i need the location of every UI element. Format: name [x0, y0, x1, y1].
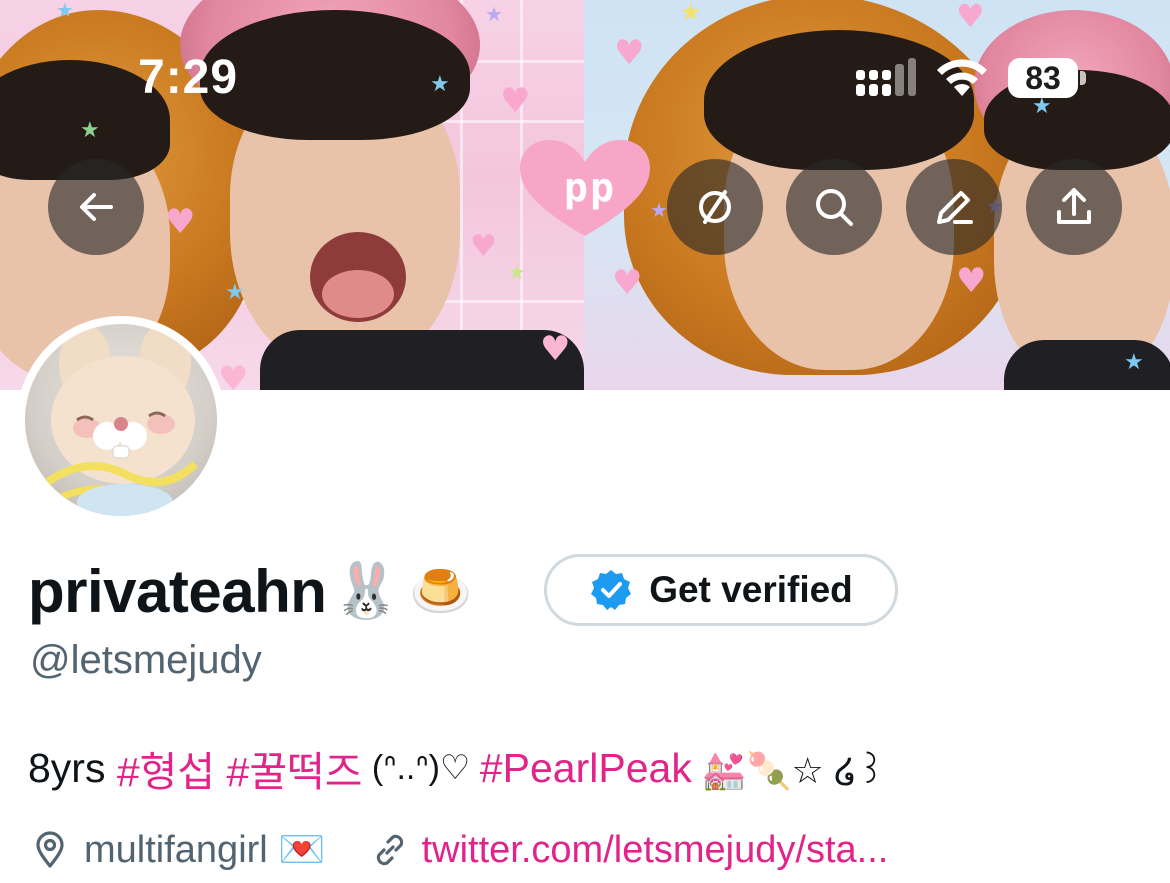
arrow-left-icon — [80, 193, 113, 221]
cellular-signal-icon — [856, 58, 916, 96]
battery-level: 83 — [1025, 60, 1061, 96]
battery-indicator: 83 — [1008, 58, 1086, 98]
get-verified-button[interactable]: Get verified — [544, 554, 898, 626]
back-button[interactable] — [48, 159, 144, 255]
pudding-emoji: 🍮 — [409, 562, 472, 619]
display-name-row: privateahn 🐰 🍮 — [28, 556, 472, 626]
search-icon — [816, 189, 853, 226]
location-text: multifangirl 💌 — [84, 829, 326, 871]
website-link[interactable]: twitter.com/letsmejudy/sta... — [422, 829, 889, 872]
wifi-icon — [937, 59, 987, 96]
profile-avatar[interactable] — [17, 316, 225, 524]
hashtag-link[interactable]: #꿀떡즈 — [227, 738, 363, 798]
user-handle: @letsmejudy — [30, 638, 262, 682]
pp-logo-text: pp — [563, 165, 617, 211]
profile-meta-row: multifangirl 💌 twitter.com/letsmejudy/st… — [30, 822, 888, 878]
share-upload-icon — [1057, 188, 1091, 224]
profile-bio: 8yrs #형섭 #꿀떡즈 (ᐢ..ᐢ)♡ #PearlPeak 💒🍡☆ ໒꒱ — [28, 738, 885, 798]
bio-kaomoji: (ᐢ..ᐢ)♡ — [362, 749, 480, 787]
bunny-emoji: 🐰 — [332, 560, 400, 621]
verified-badge-icon — [591, 570, 632, 610]
pencil-icon — [937, 191, 973, 224]
location-pin-icon — [36, 831, 64, 868]
circle-slash-icon — [699, 190, 731, 224]
link-icon — [376, 834, 403, 866]
sync-button[interactable] — [667, 159, 763, 255]
edit-button[interactable] — [906, 159, 1002, 255]
search-button[interactable] — [786, 159, 882, 255]
get-verified-label: Get verified — [649, 569, 853, 610]
hashtag-link[interactable]: #PearlPeak — [480, 745, 692, 792]
share-button[interactable] — [1026, 159, 1122, 255]
bio-emojis: 💒🍡☆ ໒꒱ — [691, 750, 885, 791]
status-time: 7:29 — [138, 51, 239, 104]
avatar-image — [25, 324, 217, 516]
display-name: privateahn — [28, 557, 327, 625]
hashtag-link[interactable]: #형섭 — [117, 738, 215, 798]
plush-bunny-avatar — [42, 324, 198, 516]
bio-text: 8yrs — [28, 744, 117, 791]
